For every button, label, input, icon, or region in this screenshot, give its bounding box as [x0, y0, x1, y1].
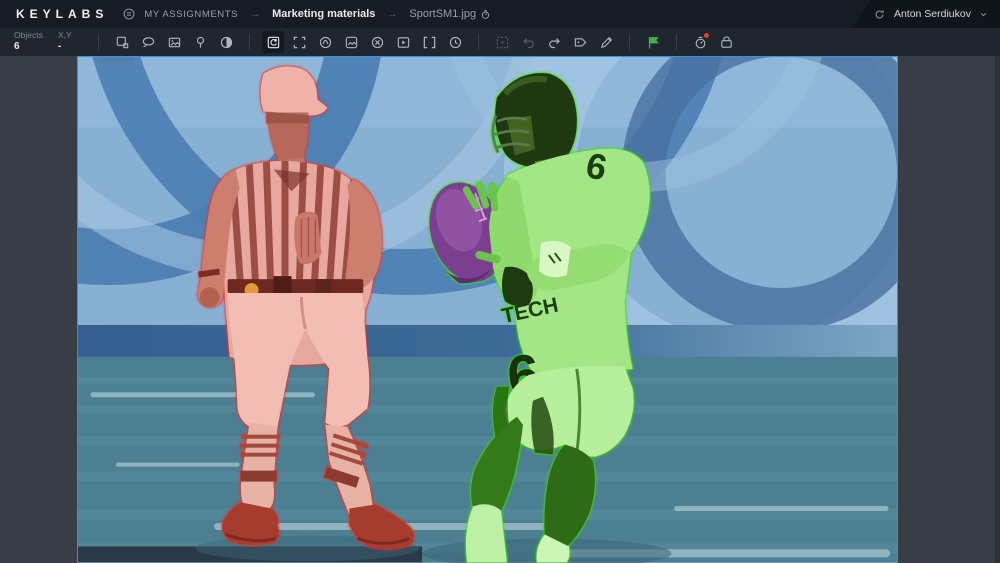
undo-icon: [517, 31, 539, 53]
region-select-tool-icon: [491, 31, 513, 53]
xy-label: X,Y: [58, 30, 72, 41]
breadcrumb-separator: →: [387, 8, 398, 20]
toolbar-divider: [98, 34, 99, 50]
toolbar-divider: [478, 34, 479, 50]
pin-tool-icon[interactable]: [189, 31, 211, 53]
pen-tool-icon[interactable]: [595, 31, 617, 53]
breadcrumb-separator: →: [250, 8, 261, 20]
status-indicator-icon[interactable]: [689, 31, 711, 53]
user-menu[interactable]: Anton Serdiukov: [852, 0, 1000, 28]
breadcrumb: MY ASSIGNMENTS → Marketing materials → S…: [122, 7, 491, 21]
objects-label: Objects: [14, 30, 43, 41]
tool-bar: Objects 6 X,Y -: [0, 28, 1000, 56]
annotated-image: 6 TECH 6: [78, 57, 897, 563]
assignments-icon: [122, 7, 136, 21]
workspace: 6 TECH 6: [0, 56, 1000, 563]
notification-badge: [704, 33, 709, 38]
toolbar-divider: [629, 34, 630, 50]
breadcrumb-file[interactable]: SportSM1.jpg: [409, 8, 491, 20]
frame-tool-icon[interactable]: [163, 31, 185, 53]
objects-value: 6: [14, 41, 20, 53]
objects-counter: Objects 6: [14, 30, 44, 53]
top-bar: KEYLABS MY ASSIGNMENTS → Marketing mater…: [0, 0, 1000, 28]
xy-value: -: [58, 41, 62, 53]
xy-readout: X,Y -: [58, 30, 88, 53]
lasso-tool-icon[interactable]: [137, 31, 159, 53]
transform-tool-icon[interactable]: [262, 31, 284, 53]
flag-tool-icon[interactable]: [642, 31, 664, 53]
redo-icon[interactable]: [543, 31, 565, 53]
chevron-down-icon: [979, 10, 988, 19]
breadcrumb-project[interactable]: Marketing materials: [272, 8, 375, 20]
vertical-scrollbar[interactable]: [995, 56, 1000, 563]
contrast-tool-icon[interactable]: [215, 31, 237, 53]
breadcrumb-my-assignments[interactable]: MY ASSIGNMENTS: [144, 9, 238, 20]
file-timer-icon: [481, 9, 490, 19]
history-tool-icon[interactable]: [444, 31, 466, 53]
toolbar-divider: [676, 34, 677, 50]
octagon-tool-icon[interactable]: [366, 31, 388, 53]
brand-logo: KEYLABS: [16, 7, 109, 21]
sync-icon: [873, 8, 886, 21]
toolbar-divider: [249, 34, 250, 50]
fit-screen-tool-icon[interactable]: [288, 31, 310, 53]
brackets-tool-icon[interactable]: [418, 31, 440, 53]
shape-tool-icon[interactable]: [111, 31, 133, 53]
image-tool-icon[interactable]: [340, 31, 362, 53]
label-tool-icon[interactable]: [569, 31, 591, 53]
toolbox-icon[interactable]: [715, 31, 737, 53]
media-tool-icon[interactable]: [392, 31, 414, 53]
breadcrumb-file-label: SportSM1.jpg: [409, 8, 477, 20]
smart-select-tool-icon[interactable]: [314, 31, 336, 53]
user-name: Anton Serdiukov: [893, 8, 971, 20]
annotation-canvas[interactable]: 6 TECH 6: [77, 56, 898, 563]
